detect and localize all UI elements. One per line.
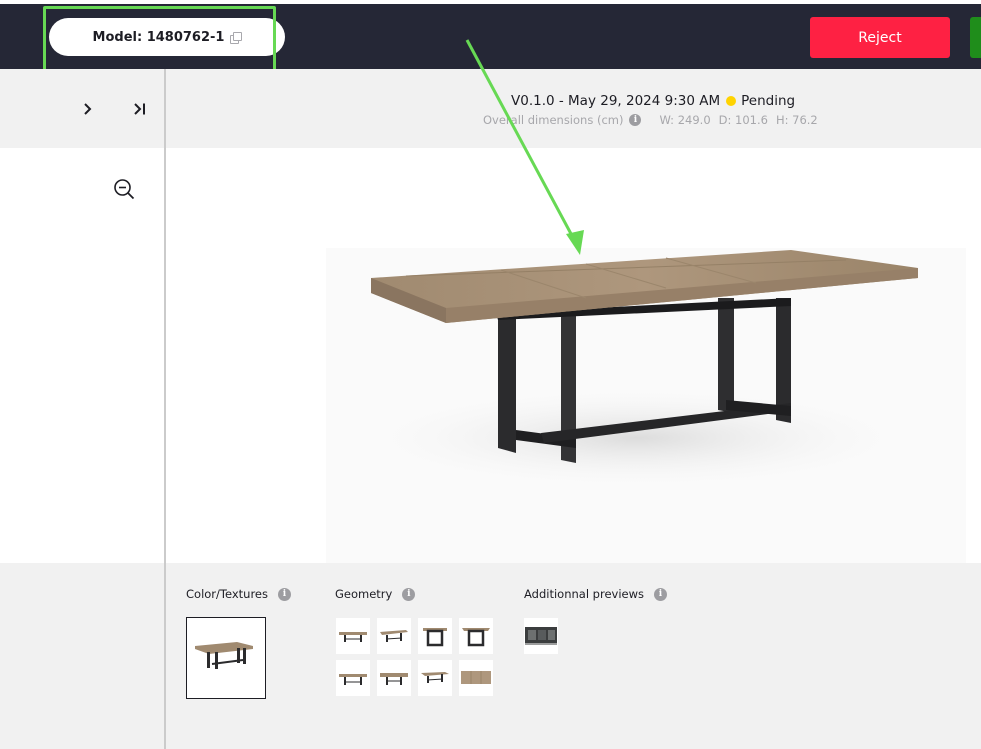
additional-previews-label: Additionnal previews xyxy=(524,587,644,601)
dimension-height: H: 76.2 xyxy=(775,113,818,127)
annotation-arrow xyxy=(465,39,584,255)
geometry-title: Geometry i xyxy=(335,587,416,601)
geometry-thumbnail[interactable] xyxy=(418,660,452,696)
copy-icon[interactable] xyxy=(230,31,243,44)
chevron-right-icon[interactable] xyxy=(80,101,96,117)
approve-button[interactable] xyxy=(970,17,981,58)
color-textures-label: Color/Textures xyxy=(186,587,268,601)
dimension-depth: D: 101.6 xyxy=(718,113,768,127)
zoom-out-icon[interactable] xyxy=(112,177,136,201)
geometry-thumbnail[interactable] xyxy=(459,660,493,696)
additional-previews-title: Additionnal previews i xyxy=(524,587,667,601)
geometry-thumbnail[interactable] xyxy=(377,660,411,696)
sidebar-top xyxy=(0,69,164,148)
geometry-thumbnail[interactable] xyxy=(418,618,452,654)
geometry-thumbnail[interactable] xyxy=(459,618,493,654)
geometry-thumbnail[interactable] xyxy=(336,618,370,654)
geometry-label: Geometry xyxy=(335,587,393,601)
preview-panel: Color/Textures i Geometry i Additionnal … xyxy=(166,563,981,749)
reject-button[interactable]: Reject xyxy=(810,17,950,58)
status-dot-icon xyxy=(726,96,737,106)
expand-to-end-icon[interactable] xyxy=(131,101,149,117)
dimension-width: W: 249.0 xyxy=(659,113,711,127)
status-text: Pending xyxy=(741,93,796,109)
info-icon[interactable]: i xyxy=(629,114,642,126)
left-sidebar xyxy=(0,69,164,749)
color-textures-title: Color/Textures i xyxy=(186,587,291,601)
info-icon[interactable]: i xyxy=(402,587,416,601)
geometry-thumbnail[interactable] xyxy=(377,618,411,654)
sidebar-bottom xyxy=(0,563,164,749)
additional-preview-thumbnail[interactable] xyxy=(524,618,558,654)
color-texture-thumbnail[interactable] xyxy=(186,617,266,699)
info-icon[interactable]: i xyxy=(278,587,291,601)
model-id-label: Model: 1480762-1 xyxy=(92,29,225,45)
geometry-thumbnail[interactable] xyxy=(336,660,370,696)
model-id-pill[interactable]: Model: 1480762-1 xyxy=(49,18,285,56)
info-icon[interactable]: i xyxy=(654,587,667,601)
